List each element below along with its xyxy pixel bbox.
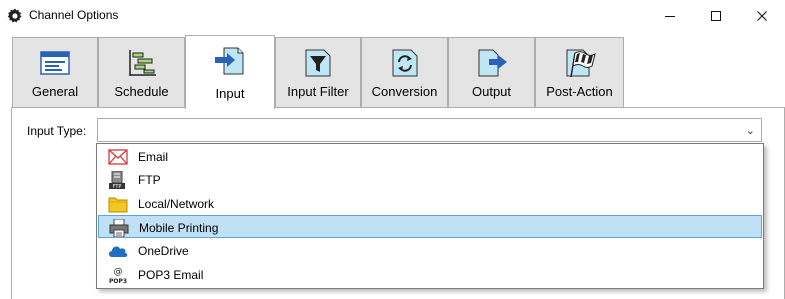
close-button[interactable] xyxy=(739,0,785,31)
tab-label: General xyxy=(31,84,79,99)
tab-label: Schedule xyxy=(114,84,169,99)
tab-input-filter[interactable]: Input Filter xyxy=(275,37,361,107)
minimize-button[interactable] xyxy=(647,0,693,31)
svg-text:POP3: POP3 xyxy=(109,278,127,284)
tab-label: Post-Action xyxy=(546,84,613,99)
tab-label: Conversion xyxy=(371,84,438,99)
input-type-dropdown: Email FTP FTP Local/Network Mobile Print… xyxy=(96,143,764,289)
option-pop3-email[interactable]: @ POP3 POP3 Email xyxy=(98,263,762,286)
folder-icon xyxy=(108,197,128,213)
option-label: Mobile Printing xyxy=(139,221,219,235)
tab-output[interactable]: Output xyxy=(448,37,535,107)
option-local-network[interactable]: Local/Network xyxy=(98,192,762,215)
tab-schedule[interactable]: Schedule xyxy=(98,37,185,107)
option-mobile-printing[interactable]: Mobile Printing xyxy=(98,215,762,238)
gear-icon xyxy=(7,8,22,23)
option-label: Email xyxy=(138,150,169,164)
chevron-down-icon: ⌄ xyxy=(745,125,755,137)
maximize-button[interactable] xyxy=(693,0,739,31)
tab-strip: General Schedule Input Input Filter Conv… xyxy=(0,31,785,109)
option-onedrive[interactable]: OneDrive xyxy=(98,239,762,262)
tab-input[interactable]: Input xyxy=(185,35,275,109)
input-type-select[interactable]: ⌄ xyxy=(97,118,762,142)
ftp-server-icon: FTP xyxy=(109,171,125,189)
svg-text:FTP: FTP xyxy=(113,184,122,189)
onedrive-cloud-icon xyxy=(109,246,128,257)
window-icon xyxy=(40,51,70,75)
option-email[interactable]: Email xyxy=(98,145,762,168)
tab-post-action[interactable]: Post-Action xyxy=(535,37,624,107)
option-ftp[interactable]: FTP FTP xyxy=(98,168,762,191)
title-bar: Channel Options xyxy=(0,0,785,31)
option-label: POP3 Email xyxy=(138,268,204,282)
filter-icon xyxy=(305,49,331,77)
schedule-icon xyxy=(128,50,156,76)
option-label: OneDrive xyxy=(138,244,189,258)
option-label: FTP xyxy=(138,173,161,187)
tab-label: Input Filter xyxy=(287,84,349,99)
conversion-icon xyxy=(392,49,417,77)
option-label: Local/Network xyxy=(138,197,215,211)
tab-label: Output xyxy=(471,84,512,99)
maximize-icon xyxy=(711,10,721,21)
checkered-flag-icon xyxy=(566,49,596,78)
svg-text:@: @ xyxy=(114,267,123,277)
minimize-icon xyxy=(665,15,675,17)
tab-label: Input xyxy=(215,86,245,101)
close-icon xyxy=(757,10,767,21)
tab-conversion[interactable]: Conversion xyxy=(361,37,448,107)
envelope-icon xyxy=(108,149,128,165)
pop3-icon: @ POP3 xyxy=(109,267,127,284)
input-arrow-icon xyxy=(215,47,244,75)
tab-general[interactable]: General xyxy=(12,37,98,107)
window-title: Channel Options xyxy=(29,8,119,22)
printer-icon xyxy=(109,219,129,237)
output-arrow-icon xyxy=(478,49,507,77)
input-type-label: Input Type: xyxy=(27,124,87,138)
